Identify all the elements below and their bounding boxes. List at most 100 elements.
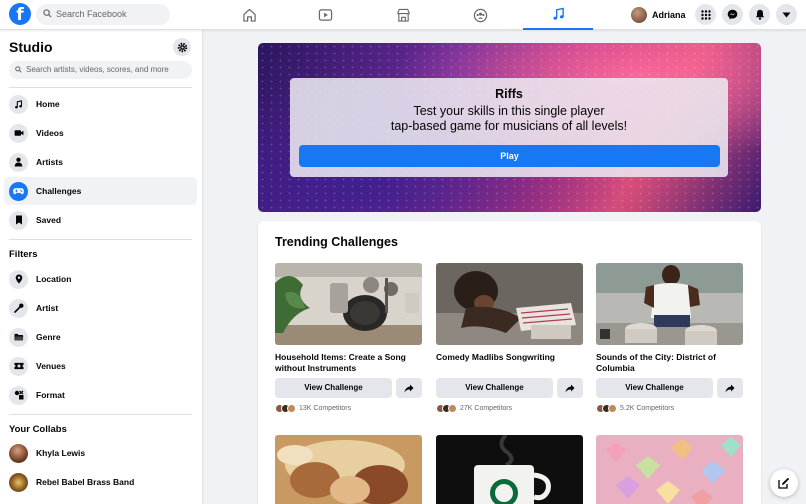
divider bbox=[9, 239, 192, 240]
profile-name: Adriana bbox=[652, 9, 686, 20]
search-icon bbox=[15, 66, 22, 73]
competitors-row: 27K Competitors bbox=[436, 404, 583, 413]
hero-title: Riffs bbox=[495, 87, 523, 101]
filter-artist[interactable]: Artist bbox=[4, 294, 197, 322]
challenge-image[interactable] bbox=[596, 435, 743, 504]
sidebar-item-home[interactable]: Home bbox=[4, 90, 197, 118]
competitors-row: 5.2K Competitors bbox=[596, 404, 743, 413]
profile-chip[interactable]: Adriana bbox=[628, 4, 692, 25]
nav-tab-groups[interactable] bbox=[445, 0, 515, 30]
sidebar-item-label: Saved bbox=[36, 215, 62, 225]
sidebar-item-artists[interactable]: Artists bbox=[4, 148, 197, 176]
grid-menu-icon bbox=[700, 9, 711, 20]
hero-card: Riffs Test your skills in this single pl… bbox=[290, 78, 728, 177]
nav-tab-home[interactable] bbox=[214, 0, 284, 30]
studio-search-input[interactable]: Search artists, videos, scores, and more bbox=[9, 61, 192, 79]
filter-label: Format bbox=[36, 390, 65, 400]
nav-tab-music[interactable] bbox=[523, 0, 593, 30]
challenge-title[interactable]: Household Items: Create a Song without I… bbox=[275, 352, 422, 374]
messenger-button[interactable] bbox=[722, 4, 743, 25]
view-challenge-button[interactable]: View Challenge bbox=[275, 378, 392, 398]
settings-button[interactable] bbox=[173, 38, 191, 56]
home-icon bbox=[242, 8, 256, 22]
nav-tab-marketplace[interactable] bbox=[368, 0, 438, 30]
sidebar-item-label: Videos bbox=[36, 128, 64, 138]
challenge-card: Comedy Madlibs Songwriting View Challeng… bbox=[436, 263, 583, 413]
facebook-logo[interactable]: f bbox=[9, 3, 31, 25]
filters-heading: Filters bbox=[9, 249, 38, 260]
filter-location[interactable]: Location bbox=[4, 265, 197, 293]
menu-button[interactable] bbox=[695, 4, 716, 25]
filter-format[interactable]: Format bbox=[4, 381, 197, 409]
competitors-count: 13K Competitors bbox=[299, 405, 352, 412]
messenger-icon bbox=[727, 9, 738, 20]
filter-venues[interactable]: Venues bbox=[4, 352, 197, 380]
caret-down-icon bbox=[782, 12, 791, 17]
sidebar-item-label: Artists bbox=[36, 157, 63, 167]
competitors-count: 5.2K Competitors bbox=[620, 405, 675, 412]
search-input[interactable]: Search Facebook bbox=[36, 4, 170, 25]
hero-banner: Riffs Test your skills in this single pl… bbox=[258, 43, 761, 212]
share-icon bbox=[404, 384, 414, 392]
challenge-card: Household Items: Create a Song without I… bbox=[275, 263, 422, 413]
challenge-image[interactable] bbox=[596, 263, 743, 345]
account-menu-button[interactable] bbox=[776, 4, 797, 25]
collab-item[interactable]: Khyla Lewis bbox=[4, 439, 197, 467]
gamepad-icon bbox=[9, 181, 28, 201]
trending-challenges-panel: Trending Challenges Household Items: Cre… bbox=[258, 221, 761, 504]
search-placeholder: Search Facebook bbox=[56, 9, 127, 19]
collab-label: Rebel Babel Brass Band bbox=[36, 477, 135, 487]
view-challenge-button[interactable]: View Challenge bbox=[596, 378, 713, 398]
format-icon bbox=[9, 385, 28, 405]
hero-subtitle-line1: Test your skills in this single player bbox=[413, 104, 605, 118]
sidebar-item-saved[interactable]: Saved bbox=[4, 206, 197, 234]
avatar bbox=[9, 443, 28, 463]
avatar bbox=[448, 404, 457, 413]
collabs-heading: Your Collabs bbox=[9, 424, 67, 435]
hero-subtitle-line2: tap-based game for musicians of all leve… bbox=[390, 119, 628, 133]
share-button[interactable] bbox=[396, 378, 422, 398]
avatar bbox=[287, 404, 296, 413]
collab-item[interactable]: Rebel Babel Brass Band bbox=[4, 468, 197, 496]
share-button[interactable] bbox=[717, 378, 743, 398]
watch-icon bbox=[318, 9, 332, 21]
share-icon bbox=[565, 384, 575, 392]
sidebar-item-label: Challenges bbox=[36, 186, 82, 196]
play-button[interactable]: Play bbox=[299, 145, 720, 167]
microphone-icon bbox=[9, 298, 28, 318]
music-note-icon bbox=[552, 7, 564, 20]
search-icon bbox=[43, 9, 52, 18]
compose-icon bbox=[778, 477, 790, 489]
video-icon bbox=[9, 123, 28, 143]
avatar bbox=[608, 404, 617, 413]
groups-icon bbox=[473, 8, 487, 22]
bookmark-icon bbox=[9, 210, 28, 230]
competitors-count: 27K Competitors bbox=[460, 405, 513, 412]
share-button[interactable] bbox=[557, 378, 583, 398]
challenge-image[interactable] bbox=[436, 435, 583, 504]
sidebar-item-challenges[interactable]: Challenges bbox=[4, 177, 197, 205]
filter-label: Genre bbox=[36, 332, 61, 342]
music-note-icon bbox=[9, 94, 28, 114]
view-challenge-button[interactable]: View Challenge bbox=[436, 378, 553, 398]
challenge-image[interactable] bbox=[436, 263, 583, 345]
collab-label: Khyla Lewis bbox=[36, 448, 86, 458]
marketplace-icon bbox=[396, 8, 410, 22]
challenge-card: Sounds of the City: District of Columbia… bbox=[596, 263, 743, 413]
folder-icon bbox=[9, 327, 28, 347]
challenge-image[interactable] bbox=[275, 263, 422, 345]
share-icon bbox=[725, 384, 735, 392]
new-message-button[interactable] bbox=[770, 469, 798, 497]
bell-icon bbox=[755, 9, 764, 20]
filter-label: Venues bbox=[36, 361, 66, 371]
challenge-title[interactable]: Sounds of the City: District of Columbia bbox=[596, 352, 743, 374]
avatar bbox=[9, 472, 28, 492]
sidebar-item-videos[interactable]: Videos bbox=[4, 119, 197, 147]
filter-genre[interactable]: Genre bbox=[4, 323, 197, 351]
divider bbox=[9, 87, 192, 88]
nav-tab-watch[interactable] bbox=[290, 0, 360, 30]
challenge-title[interactable]: Comedy Madlibs Songwriting bbox=[436, 352, 583, 374]
notifications-button[interactable] bbox=[749, 4, 770, 25]
person-icon bbox=[9, 152, 28, 172]
challenge-image[interactable] bbox=[275, 435, 422, 504]
